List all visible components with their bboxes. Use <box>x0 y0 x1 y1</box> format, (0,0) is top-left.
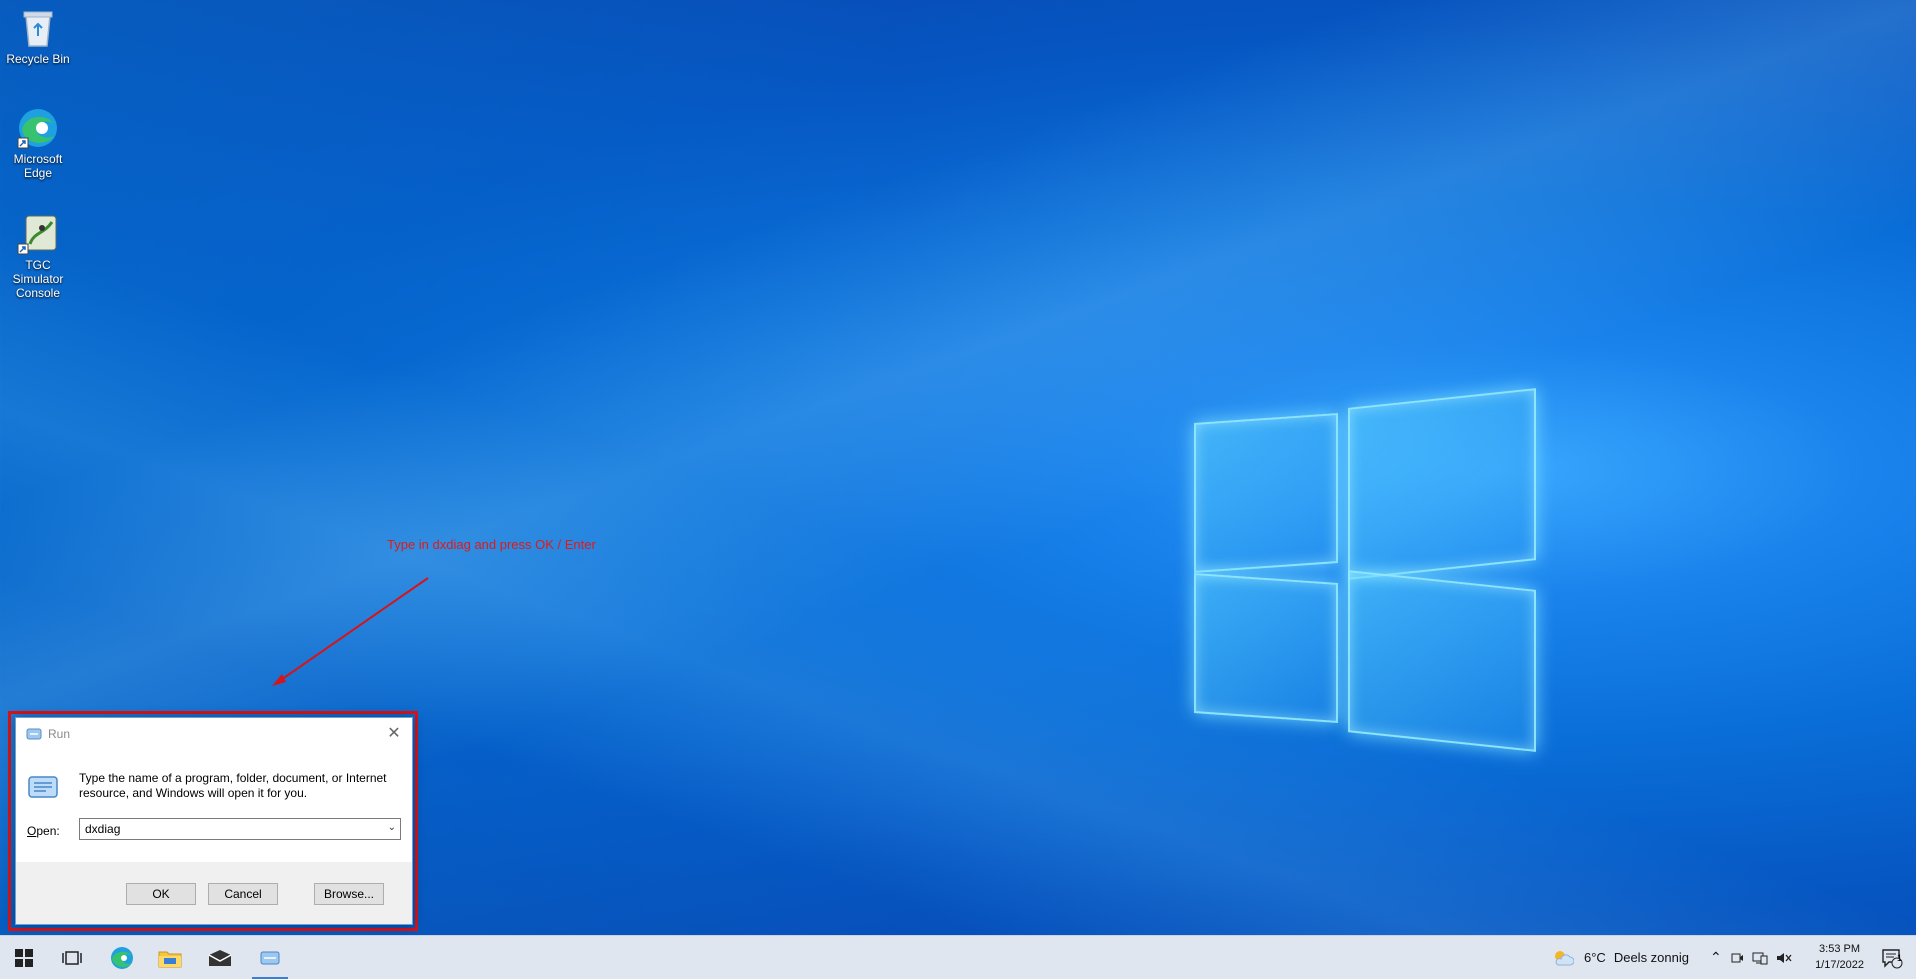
dialog-description: Type the name of a program, folder, docu… <box>79 771 387 800</box>
run-program-icon <box>28 776 58 798</box>
taskbar-run[interactable] <box>246 936 294 979</box>
volume-muted-icon[interactable] <box>1776 951 1792 965</box>
mail-icon <box>208 949 232 966</box>
clock-time: 3:53 PM <box>1819 943 1861 955</box>
task-view-icon <box>62 950 82 965</box>
weather-temp: 6°C <box>1584 950 1606 965</box>
weather-condition: Deels zonnig <box>1613 950 1689 965</box>
dialog-titlebar[interactable]: Run ✕ <box>16 718 412 750</box>
folder-icon <box>158 951 182 967</box>
ok-button[interactable]: OK <box>126 883 196 905</box>
weather-widget[interactable]: 6°C Deels zonnig <box>1552 936 1689 979</box>
clock[interactable]: 3:53 PM 1/17/2022 <box>1815 941 1864 973</box>
clock-date: 1/17/2022 <box>1815 959 1864 971</box>
dialog-button-bar: OK Cancel Browse... <box>16 862 412 924</box>
run-dialog: Run ✕ Type the name of a program, folder… <box>15 717 413 925</box>
edge-icon <box>111 946 133 969</box>
chevron-up-icon[interactable]: ⌃ <box>1710 949 1722 966</box>
task-view-button[interactable] <box>48 936 96 979</box>
windows-start-icon <box>15 948 33 967</box>
notification-count: 1 <box>1897 953 1903 963</box>
system-tray: ⌃ <box>1710 936 1792 979</box>
taskbar-edge[interactable] <box>98 936 146 979</box>
run-icon <box>26 728 42 740</box>
open-label: Open: <box>27 824 60 838</box>
notification-center-button[interactable]: 1 <box>1868 936 1916 979</box>
open-combobox[interactable]: dxdiag ⌄ <box>79 818 401 840</box>
taskbar: 6°C Deels zonnig ⌃ 3:53 PM 1/17/2022 1 <box>0 935 1916 979</box>
start-button[interactable] <box>0 936 48 979</box>
run-icon <box>260 951 280 964</box>
browse-button[interactable]: Browse... <box>314 883 384 905</box>
dialog-title: Run <box>48 727 71 741</box>
taskbar-file-explorer[interactable] <box>146 936 194 979</box>
close-icon[interactable]: ✕ <box>384 724 404 744</box>
chevron-down-icon[interactable]: ⌄ <box>388 822 396 833</box>
meet-now-icon[interactable] <box>1730 951 1744 965</box>
cancel-button[interactable]: Cancel <box>208 883 278 905</box>
taskbar-mail[interactable] <box>196 936 244 979</box>
open-input-value[interactable]: dxdiag <box>85 822 120 836</box>
partly-sunny-icon <box>1555 950 1574 965</box>
network-icon[interactable] <box>1752 951 1768 965</box>
